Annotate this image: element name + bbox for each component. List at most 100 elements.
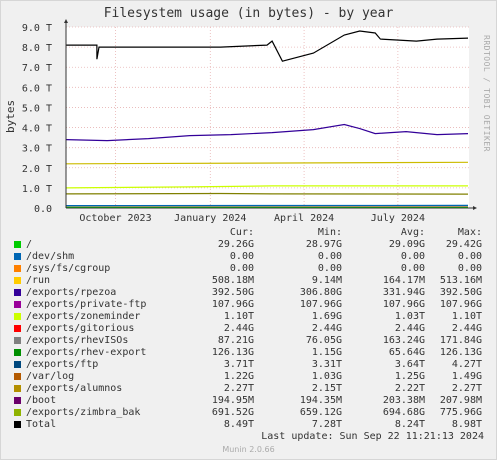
legend-swatch — [14, 361, 21, 368]
legend-min: 194.35M — [299, 395, 342, 406]
legend-cur: 2.44G — [223, 323, 254, 334]
legend-swatch — [14, 253, 21, 260]
x-axis-arrow — [473, 206, 477, 210]
legend-min: 0.00 — [317, 263, 342, 274]
legend-swatch — [14, 265, 21, 272]
legend-row: /exports/zoneminder 1.10T 1.69G 1.03T 1.10T — [12, 311, 492, 323]
legend-cur: 0.00 — [229, 251, 254, 262]
legend-row: /dev/shm 0.00 0.00 0.00 0.00 — [12, 251, 492, 263]
legend-series-name: Total — [26, 419, 57, 430]
legend-max: 29.42G — [445, 239, 482, 250]
legend-min: 1.03G — [311, 371, 342, 382]
y-tick-label: 4.0 T — [22, 124, 52, 135]
legend-swatch — [14, 301, 21, 308]
legend-row: /boot 194.95M 194.35M 203.38M 207.98M — [12, 395, 492, 407]
legend-cur: 107.96G — [211, 299, 254, 310]
legend-min: 28.97G — [305, 239, 342, 250]
legend-max: 0.00 — [457, 251, 482, 262]
legend-swatch — [14, 289, 21, 296]
y-tick-label: 1.0 T — [22, 184, 52, 195]
legend-swatch — [14, 277, 21, 284]
legend-row: /29.26G 28.97G 29.09G 29.42G — [12, 239, 492, 251]
legend-max: 207.98M — [439, 395, 482, 406]
legend-series-name: /var/log — [26, 371, 75, 382]
legend-series-name: /exports/ftp — [26, 359, 99, 370]
y-tick-label: 0.0 — [34, 204, 52, 215]
legend-row: /exports/private-ftp 107.96G 107.96G 107.96… — [12, 299, 492, 311]
legend-series-name: /exports/rhevISOs — [26, 335, 129, 346]
legend-swatch — [14, 397, 21, 404]
legend-row: /exports/rhevISOs 87.21G 76.05G 163.24G 171.… — [12, 335, 492, 347]
legend-series-name: /exports/rpezoa — [26, 287, 117, 298]
x-tick-label: July 2024 — [371, 213, 425, 224]
legend-max: 0.00 — [457, 263, 482, 274]
legend-row: /sys/fs/cgroup 0.00 0.00 0.00 0.00 — [12, 263, 492, 275]
legend-max: 4.27T — [451, 359, 482, 370]
legend: Cur: Min: Avg: Max: /29.26G 28.97G 29.09G 2… — [12, 227, 492, 431]
legend-min: 0.00 — [317, 251, 342, 262]
legend-max: 2.27T — [451, 383, 482, 394]
y-tick-label: 3.0 T — [22, 144, 52, 155]
legend-row: /exports/gitorious 2.44G 2.44G 2.44G 2.44G — [12, 323, 492, 335]
legend-max: 126.13G — [439, 347, 482, 358]
legend-header: Cur: Min: Avg: Max: — [12, 227, 492, 239]
y-tick-label: 8.0 T — [22, 43, 52, 54]
legend-cur: 87.21G — [217, 335, 254, 346]
legend-min: 7.28T — [311, 419, 342, 430]
legend-swatch — [14, 373, 21, 380]
legend-series-name: /exports/gitorious — [26, 323, 135, 334]
series-line — [65, 192, 469, 195]
legend-cur: 1.22G — [223, 371, 254, 382]
x-tick-label: April 2024 — [274, 213, 334, 224]
legend-cur: 3.71T — [223, 359, 254, 370]
legend-cur: 29.26G — [217, 239, 254, 250]
legend-max: 8.98T — [451, 419, 482, 430]
legend-swatch — [14, 421, 21, 428]
legend-max: 775.96G — [439, 407, 482, 418]
legend-series-name: /exports/zoneminder — [26, 311, 141, 322]
legend-header-min: Min: — [317, 227, 342, 238]
munin-footer: Munin 2.0.66 — [222, 445, 275, 454]
legend-cur: 1.10T — [223, 311, 254, 322]
legend-min: 2.44G — [311, 323, 342, 334]
legend-max: 2.44G — [451, 323, 482, 334]
legend-swatch — [14, 349, 21, 356]
legend-series-name: /sys/fs/cgroup — [26, 263, 111, 274]
legend-cur: 0.00 — [229, 263, 254, 274]
legend-series-name: /exports/private-ftp — [26, 299, 147, 310]
legend-min: 9.14M — [311, 275, 342, 286]
y-tick-label: 6.0 T — [22, 83, 52, 94]
legend-header-cur: Cur: — [229, 227, 254, 238]
legend-max: 1.49G — [451, 371, 482, 382]
legend-header-max: Max: — [457, 227, 482, 238]
x-tick-label: October 2023 — [79, 213, 151, 224]
legend-cur: 392.50G — [211, 287, 254, 298]
y-tick-label: 9.0 T — [22, 23, 52, 34]
legend-cur: 2.27T — [223, 383, 254, 394]
legend-series-name: /boot — [26, 395, 57, 406]
legend-row: /exports/rhev-export 126.13G 1.15G 65.64G 12… — [12, 347, 492, 359]
legend-swatch — [14, 409, 21, 416]
legend-min: 306.80G — [299, 287, 342, 298]
legend-swatch — [14, 241, 21, 248]
legend-max: 513.16M — [439, 275, 482, 286]
legend-max: 392.50G — [439, 287, 482, 298]
y-tick-label: 5.0 T — [22, 103, 52, 114]
legend-swatch — [14, 337, 21, 344]
legend-cur: 8.49T — [223, 419, 254, 430]
y-tick-label: 7.0 T — [22, 63, 52, 74]
legend-max: 107.96G — [439, 299, 482, 310]
legend-min: 659.12G — [299, 407, 342, 418]
legend-row: /exports/rpezoa 392.50G 306.80G 331.94G 392.… — [12, 287, 492, 299]
legend-row: /exports/alumnos 2.27T 2.15T 2.22T 2.27T — [12, 383, 492, 395]
legend-min: 3.31T — [311, 359, 342, 370]
legend-cur: 691.52G — [211, 407, 254, 418]
y-axis-arrow — [64, 19, 68, 23]
legend-series-name: /run — [26, 275, 51, 286]
legend-row: Total 8.49T 7.28T 8.24T 8.98T — [12, 419, 492, 431]
legend-series-name: /exports/zimbra_bak — [26, 407, 141, 418]
legend-cur: 126.13G — [211, 347, 254, 358]
legend-row: /run 508.18M 9.14M 164.17M 513.16M — [12, 275, 492, 287]
legend-series-name: /dev/shm — [26, 251, 75, 262]
legend-swatch — [14, 325, 21, 332]
